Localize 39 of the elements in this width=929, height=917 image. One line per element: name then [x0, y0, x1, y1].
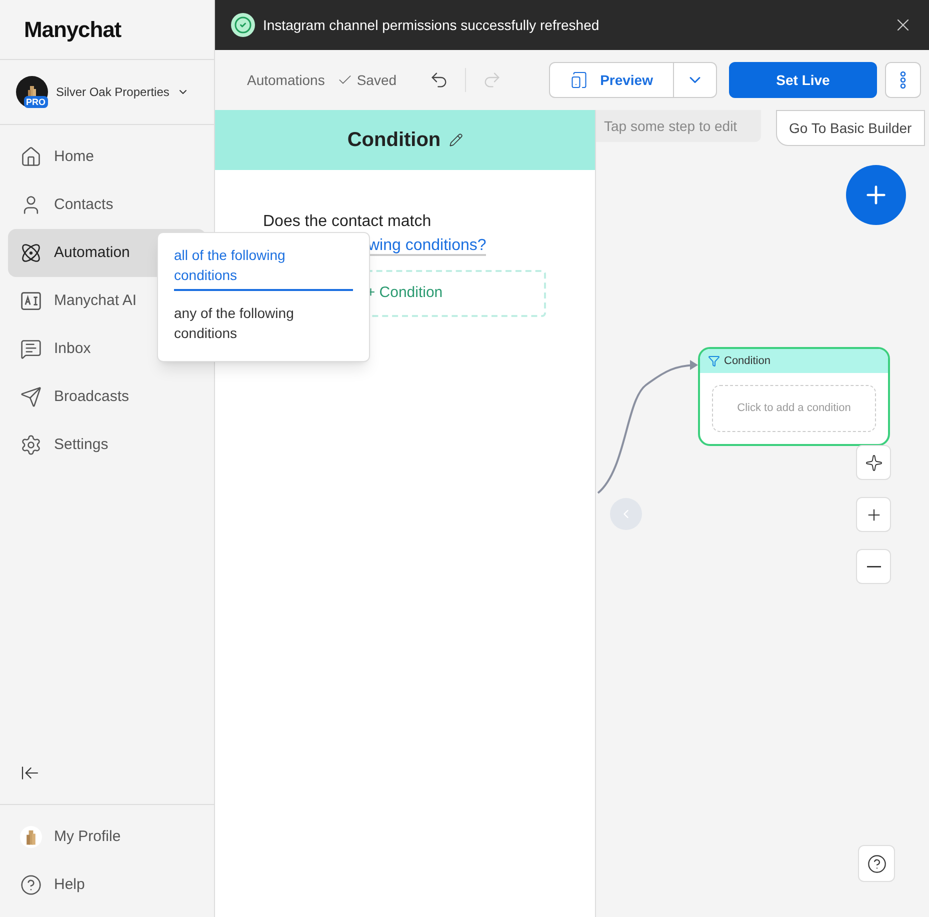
sidebar-item[interactable]: My Profile [8, 813, 206, 861]
panel-title: Condition [347, 128, 441, 153]
minus-icon [866, 566, 880, 568]
more-vertical-icon [900, 71, 906, 89]
node-title: Condition [724, 354, 770, 369]
basic-builder-button[interactable]: Go To Basic Builder [776, 110, 925, 146]
chat-bubble-icon [20, 338, 42, 360]
sparkle-icon [864, 454, 882, 472]
more-button[interactable] [885, 62, 921, 98]
notification-text: Instagram channel permissions successfully refreshed [263, 16, 600, 35]
tablet-icon [570, 71, 588, 89]
account-switcher[interactable]: Silver Oak Properties [56, 83, 190, 101]
menu-option[interactable]: all of the following conditions [174, 245, 353, 291]
question-text: Does the contact match [263, 212, 432, 232]
settings-icon [20, 434, 42, 456]
edit-icon[interactable] [448, 133, 463, 147]
pro-badge: PRO [24, 96, 48, 108]
logo[interactable]: Manychat [24, 13, 122, 46]
help-button[interactable] [858, 845, 895, 882]
condition-node[interactable]: Condition Click to add a condition [698, 347, 890, 446]
sidebar-item[interactable]: Home [8, 133, 206, 181]
magic-button[interactable] [856, 445, 891, 480]
sidebar-item[interactable]: Help [8, 861, 206, 909]
avatar-icon [20, 826, 42, 848]
canvas-hint: Tap some step to edit [596, 110, 761, 142]
ai-icon [20, 290, 42, 312]
sidebar-item[interactable]: Broadcasts [8, 373, 206, 421]
set-live-button[interactable]: Set Live [729, 62, 877, 98]
filter-icon [708, 355, 720, 367]
sidebar-item[interactable]: Contacts [8, 181, 206, 229]
help-icon [866, 854, 886, 874]
saved-status: Saved [336, 70, 397, 90]
atom-icon [20, 242, 42, 264]
home-icon [20, 146, 42, 168]
preview-button[interactable]: Preview [550, 63, 674, 97]
paper-plane-icon [20, 386, 42, 408]
breadcrumb-link[interactable]: Automations [247, 70, 325, 90]
sidebar-item[interactable]: Settings [8, 421, 206, 469]
help-icon [20, 874, 42, 896]
